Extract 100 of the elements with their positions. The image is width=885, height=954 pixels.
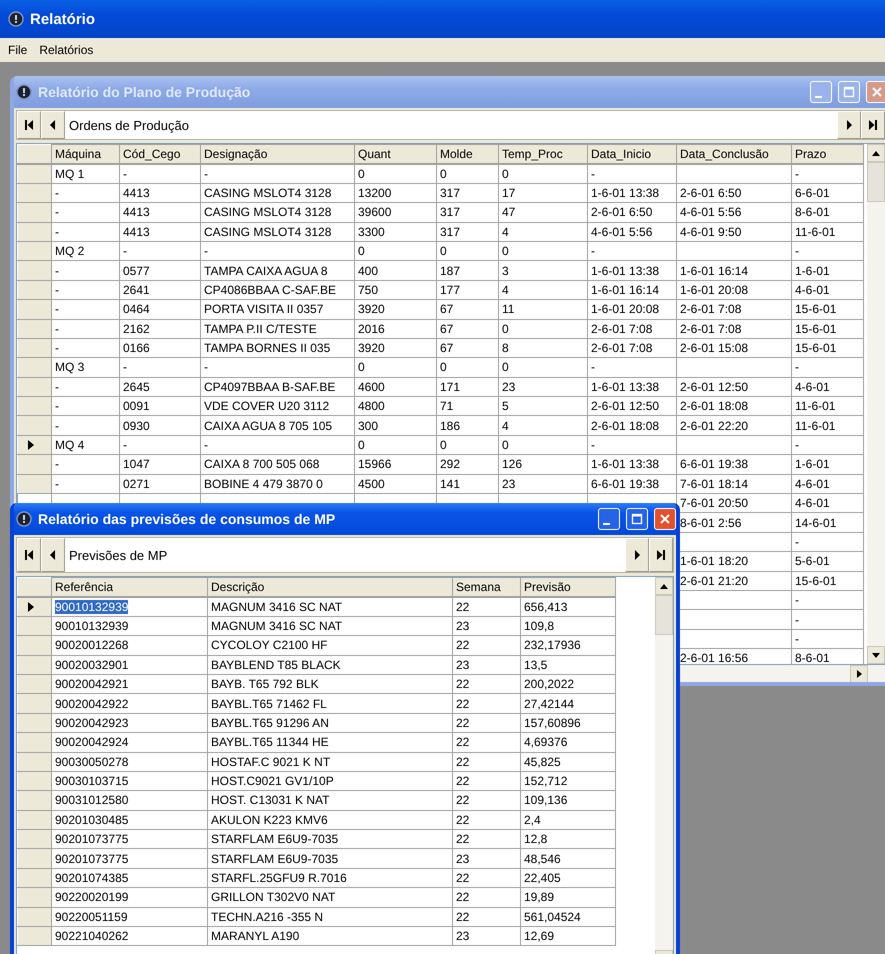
scroll-thumb[interactable] (655, 595, 673, 635)
table-cell: STARFLAM E6U9-7035 (208, 848, 452, 868)
column-header[interactable]: Referência (52, 578, 208, 597)
table-cell: 22 (452, 771, 520, 791)
menu-item[interactable]: File (2, 41, 34, 59)
table-cell: CP4086BBAA C-SAF.BE (200, 280, 354, 300)
table-cell: - (792, 629, 864, 649)
table-cell: STARFL.25GFU9 R.7016 (208, 868, 452, 888)
table-cell: MQ 1 (52, 164, 120, 184)
table-cell: 0 (498, 358, 588, 378)
next-record-button[interactable] (837, 111, 861, 139)
table-cell: BAYB. T65 792 BLK (208, 674, 452, 694)
table-cell: 90201030485 (52, 810, 208, 830)
table-cell: 3920 (354, 300, 436, 320)
table-cell: 3 (498, 260, 588, 280)
scroll-down-icon (872, 652, 880, 658)
table-cell: VDE COVER U20 3112 (200, 396, 354, 416)
table-cell: 2,4 (520, 810, 616, 830)
column-header[interactable]: Data_Inicio (588, 144, 676, 164)
table-cell: - (52, 338, 120, 358)
table-cell: 2-6-01 6:50 (588, 202, 676, 222)
column-header[interactable]: Quant (354, 144, 436, 164)
window-title: Relatório do Plano de Produção (38, 84, 250, 100)
table-cell: 2162 (120, 319, 200, 338)
row-selector[interactable] (18, 596, 52, 616)
table-cell: - (52, 280, 120, 300)
table-cell: 11-6-01 (792, 222, 864, 242)
column-header[interactable]: Previsão (520, 578, 616, 597)
vertical-scrollbar[interactable] (655, 577, 673, 954)
column-header[interactable]: Molde (436, 144, 498, 164)
table-cell: - (588, 358, 676, 378)
column-header[interactable]: Descrição (208, 578, 452, 597)
table-cell: 0 (436, 358, 498, 378)
window-title: Relatório (30, 10, 96, 28)
triangle-left-icon (48, 549, 58, 561)
table-cell: MQ 4 (52, 435, 120, 455)
table-cell: 23 (452, 655, 520, 674)
table-cell: 2-6-01 18:08 (676, 396, 792, 416)
maximize-button[interactable] (626, 508, 648, 530)
table-cell: - (792, 164, 864, 184)
table-cell: 2016 (354, 319, 436, 338)
table-cell: 0 (354, 435, 436, 455)
table-cell: 1-6-01 16:14 (588, 280, 676, 300)
table-cell: 4-6-01 (792, 377, 864, 397)
current-row-icon (28, 602, 34, 612)
column-header[interactable]: Data_Conclusão (676, 144, 792, 164)
column-header[interactable]: Prazo (792, 144, 864, 164)
table-cell: 4-6-01 5:56 (676, 202, 792, 222)
column-header[interactable]: Semana (452, 578, 520, 597)
vertical-scrollbar[interactable] (867, 144, 885, 664)
table-cell: 2645 (120, 377, 200, 397)
first-record-button[interactable] (17, 111, 41, 139)
table-cell: 22 (452, 790, 520, 810)
next-record-button[interactable] (625, 538, 649, 572)
table-cell: 4500 (354, 474, 436, 494)
table-cell: 5 (498, 396, 588, 416)
table-cell: 200,2022 (520, 674, 616, 694)
column-header[interactable]: Designação (200, 144, 354, 164)
close-icon (659, 513, 671, 525)
table-cell: TAMPA P.II C/TESTE (200, 319, 354, 338)
table-cell: - (52, 377, 120, 397)
last-record-button[interactable] (649, 538, 673, 572)
last-record-button[interactable] (861, 111, 885, 139)
table-cell: - (52, 183, 120, 203)
row-selector[interactable] (18, 435, 52, 455)
table-cell: 90020012268 (52, 636, 208, 656)
previous-record-button[interactable] (41, 538, 65, 572)
table-cell: 6-6-01 19:38 (676, 454, 792, 474)
table-cell: MQ 3 (52, 358, 120, 378)
table-cell: 4,69376 (520, 732, 616, 752)
table-cell: 2-6-01 7:08 (676, 300, 792, 320)
previous-record-button[interactable] (41, 111, 65, 139)
table-cell: 300 (354, 416, 436, 436)
table-cell: BAYBL.T65 71462 FL (208, 694, 452, 714)
table-cell: - (52, 222, 120, 242)
table-cell: 12,69 (520, 926, 616, 946)
menu-item[interactable]: Relatórios (33, 41, 100, 59)
scroll-thumb[interactable] (867, 162, 885, 202)
table-cell: 22 (452, 868, 520, 888)
close-button[interactable] (654, 508, 676, 530)
horizontal-scrollbar[interactable] (681, 665, 885, 682)
table-cell: 90020032901 (52, 655, 208, 674)
minimize-button[interactable] (598, 508, 620, 530)
table-cell: CASING MSLOT4 3128 (200, 222, 354, 242)
table-cell: 0 (498, 164, 588, 184)
table-cell: 317 (436, 222, 498, 242)
table-cell: 15-6-01 (792, 338, 864, 358)
table-cell: 22,405 (520, 868, 616, 888)
table-cell: 187 (436, 260, 498, 280)
first-record-button[interactable] (17, 538, 41, 572)
table-cell: 1-6-01 13:38 (588, 260, 676, 280)
table-cell: 22 (452, 713, 520, 733)
table-cell: 2-6-01 15:08 (676, 338, 792, 358)
table-cell: 90020042924 (52, 732, 208, 752)
column-header[interactable]: Cód_Cego (120, 144, 200, 164)
close-button[interactable] (866, 81, 885, 103)
table-cell: 15-6-01 (792, 571, 864, 590)
table-cell: - (200, 358, 354, 378)
column-header[interactable]: Máquina (52, 144, 120, 164)
column-header[interactable]: Temp_Proc (498, 144, 588, 164)
